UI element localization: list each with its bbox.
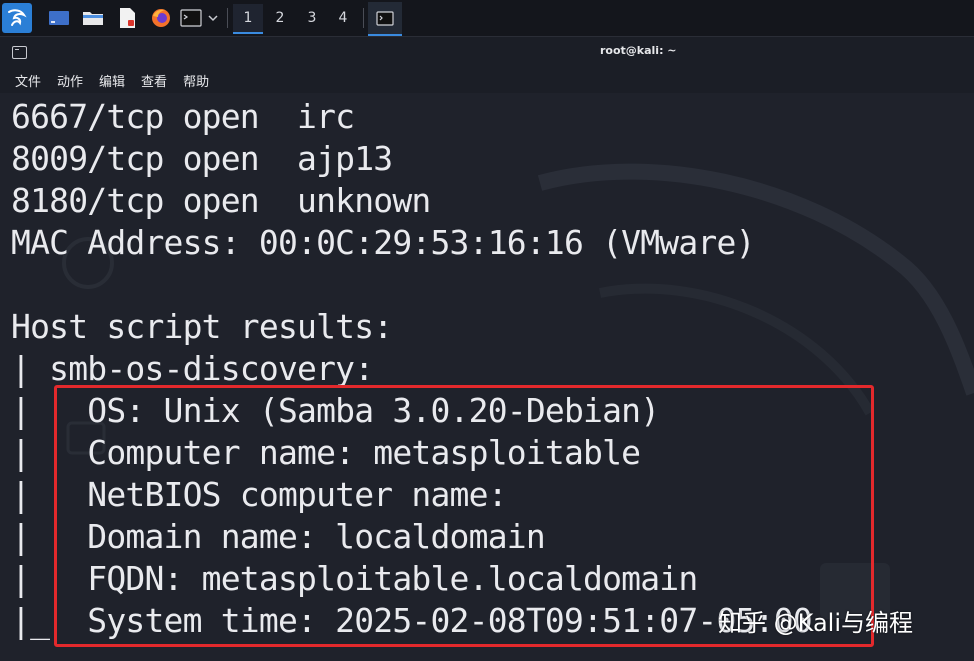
top-panel: 1 2 3 4 [0,0,974,37]
window-titlebar[interactable]: root@kali: ~ [0,37,974,67]
terminal-line: 6667/tcp open irc [11,97,355,136]
terminal-output[interactable]: 6667/tcp open irc 8009/tcp open ajp13 81… [0,93,974,661]
text-editor-icon[interactable] [114,4,140,32]
menu-file[interactable]: 文件 [15,71,41,90]
workspace-4[interactable]: 4 [328,4,358,32]
file-manager-icon[interactable] [80,4,106,32]
menu-actions[interactable]: 动作 [57,71,83,90]
terminal-task-icon[interactable] [368,2,402,36]
watermark-text: 知乎 @Kali与编程 [718,609,913,637]
terminal-window-icon [12,46,27,59]
terminal-line: | smb-os-discovery: [11,349,374,388]
panel-separator [227,8,228,28]
menu-edit[interactable]: 编辑 [99,71,125,90]
workspace-1[interactable]: 1 [233,4,263,34]
kali-menu-icon[interactable] [2,3,32,33]
screen: 1 2 3 4 root@kali: ~ 文件 动作 编辑 查看 帮助 6667… [0,0,974,661]
terminal-line: 8180/tcp open unknown [11,181,431,220]
terminal-line: 8009/tcp open ajp13 [11,139,393,178]
chevron-down-icon[interactable] [204,4,222,32]
workspace-2[interactable]: 2 [265,4,295,32]
window-title: root@kali: ~ [600,44,677,57]
terminal-icon[interactable] [179,4,203,32]
panel-separator [363,8,364,28]
terminal-line: Host script results: [11,307,393,346]
terminal-line: MAC Address: 00:0C:29:53:16:16 (VMware) [11,223,755,262]
desktop-icon[interactable] [46,4,72,32]
menu-view[interactable]: 查看 [141,71,167,90]
firefox-icon[interactable] [148,4,174,32]
menu-bar: 文件 动作 编辑 查看 帮助 [0,67,974,93]
menu-help[interactable]: 帮助 [183,71,209,90]
workspace-3[interactable]: 3 [297,4,327,32]
